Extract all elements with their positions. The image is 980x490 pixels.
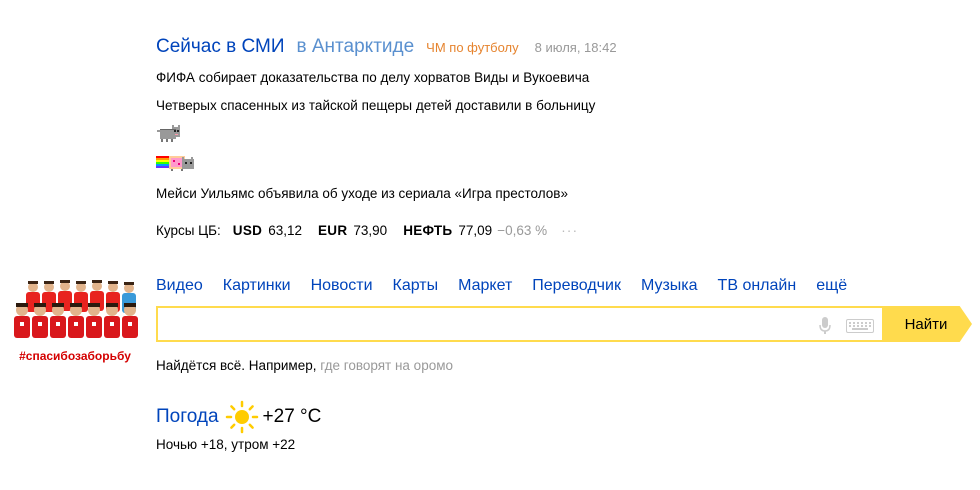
nyan-cat-icon: [156, 153, 196, 173]
tab-market[interactable]: Маркет: [458, 277, 512, 295]
news-header: Сейчас в СМИ в Антарктиде ЧМ по футболу …: [156, 36, 617, 60]
search-hint: Найдётся всё. Например, где говорят на о…: [156, 358, 453, 373]
pixel-cat-icon: [156, 124, 182, 144]
tab-maps[interactable]: Карты: [393, 277, 439, 295]
more-rates-button[interactable]: ···: [561, 222, 578, 238]
oil-change: −0,63 %: [497, 223, 548, 238]
usd-label[interactable]: USD: [233, 223, 262, 238]
rates-label: Курсы ЦБ:: [156, 223, 221, 238]
news-timestamp: 8 июля, 18:42: [534, 40, 617, 55]
hint-prefix: Найдётся всё. Например,: [156, 358, 317, 373]
news-region-link[interactable]: в Антарктиде: [297, 36, 415, 58]
tab-more[interactable]: ещё: [816, 277, 847, 295]
news-item[interactable]: Мейси Уильямс объявила об уходе из сериа…: [156, 186, 568, 201]
news-item[interactable]: ФИФА собирает доказательства по делу хор…: [156, 70, 589, 85]
exchange-rates: Курсы ЦБ: USD 63,12 EUR 73,90 НЕФТЬ 77,0…: [156, 222, 578, 238]
oil-value: 77,09: [458, 223, 493, 238]
tab-images[interactable]: Картинки: [223, 277, 291, 295]
tab-translator[interactable]: Переводчик: [532, 277, 621, 295]
tab-news[interactable]: Новости: [311, 277, 373, 295]
news-title-link[interactable]: Сейчас в СМИ: [156, 36, 285, 58]
tab-tv-online[interactable]: ТВ онлайн: [718, 277, 797, 295]
search-input[interactable]: [164, 310, 808, 340]
sun-icon: [225, 400, 259, 434]
search-button[interactable]: Найти: [884, 306, 972, 342]
tab-music[interactable]: Музыка: [641, 277, 698, 295]
news-item[interactable]: Четверых спасенных из тайской пещеры дет…: [156, 98, 595, 113]
weather-temperature[interactable]: +27 °C: [263, 406, 322, 428]
search-box: [156, 306, 884, 342]
tab-video[interactable]: Видео: [156, 277, 203, 295]
news-topic-link[interactable]: ЧМ по футболу: [426, 40, 518, 55]
hint-example-link[interactable]: где говорят на оромо: [320, 358, 453, 373]
usd-value: 63,12: [268, 223, 302, 238]
keyboard-icon[interactable]: [846, 319, 874, 333]
eur-label[interactable]: EUR: [318, 223, 347, 238]
weather-forecast[interactable]: Ночью +18, утром +22: [156, 437, 295, 452]
eur-value: 73,90: [353, 223, 388, 238]
microphone-icon[interactable]: [818, 316, 832, 336]
weather-widget: Погода +27 °C: [156, 400, 321, 434]
services-tabs: Видео Картинки Новости Карты Маркет Пере…: [156, 277, 867, 295]
promo-hashtag[interactable]: #спасибозаборьбу: [10, 349, 140, 363]
oil-label[interactable]: НЕФТЬ: [403, 223, 452, 238]
weather-title-link[interactable]: Погода: [156, 406, 219, 428]
